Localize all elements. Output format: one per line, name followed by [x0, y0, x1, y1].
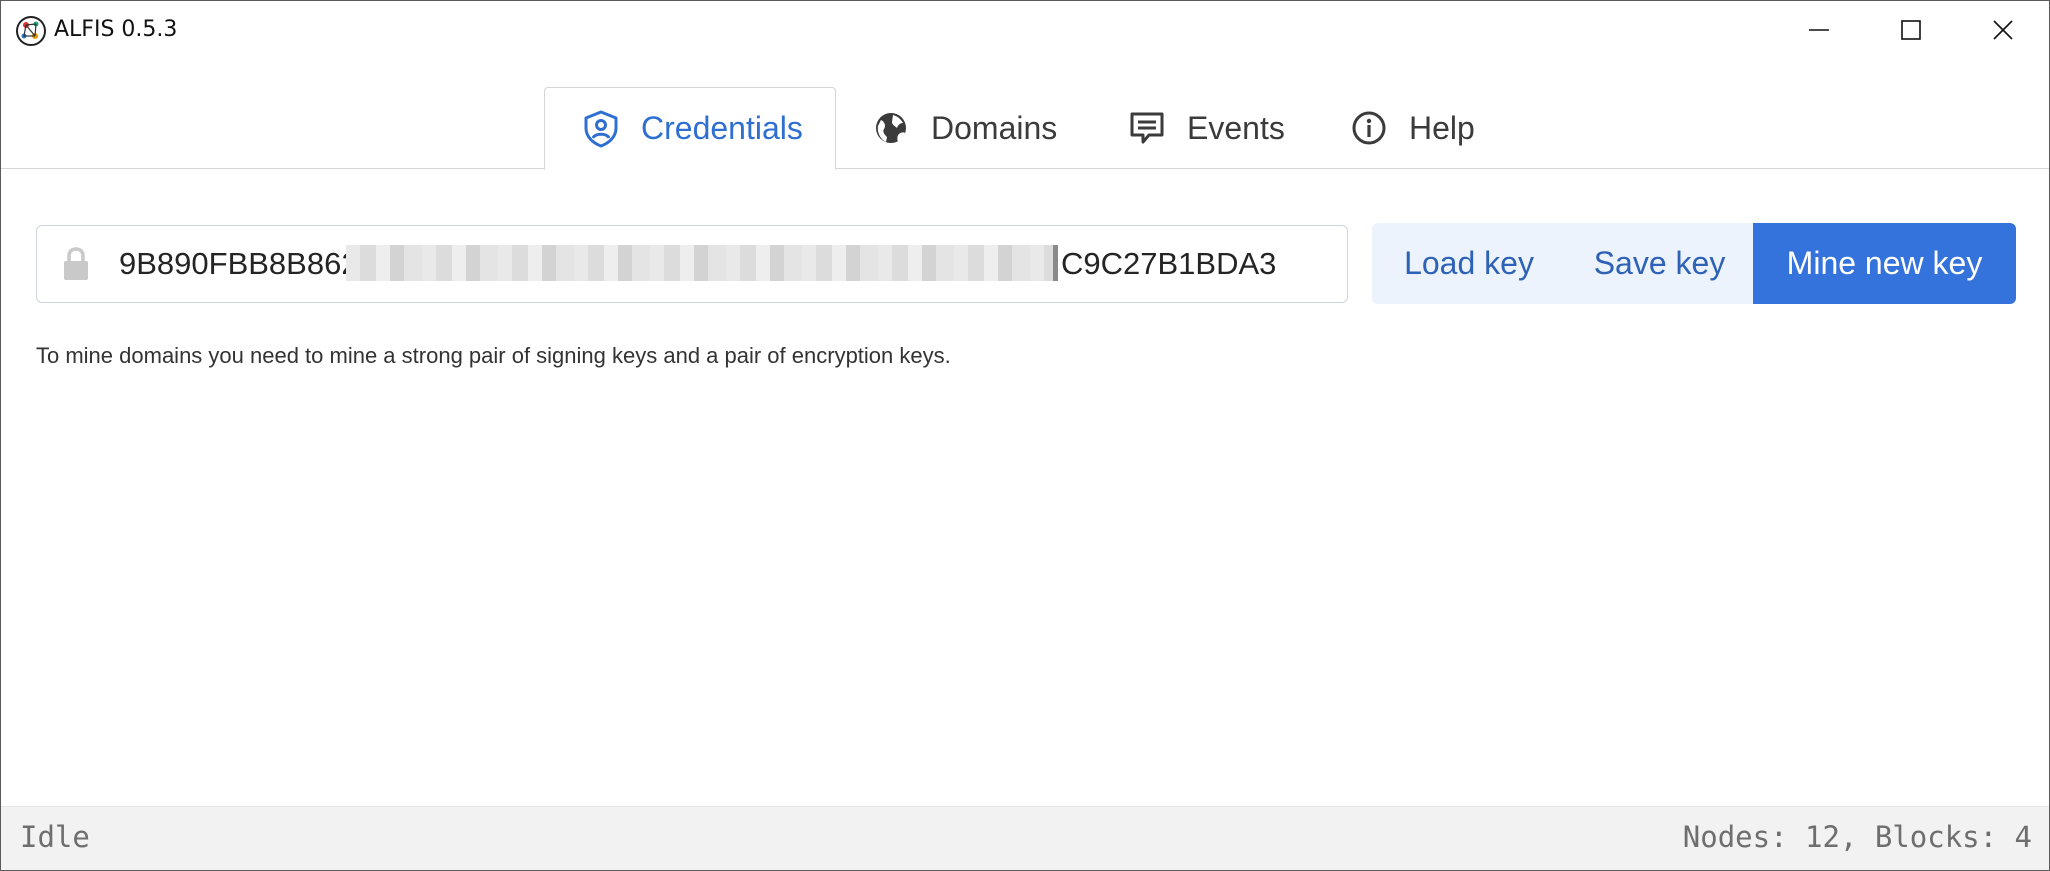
key-value-redacted — [346, 245, 1054, 281]
globe-icon — [871, 108, 911, 148]
status-bar: Idle Nodes: 12, Blocks: 4 — [1, 806, 2049, 870]
text-cursor — [1053, 245, 1058, 281]
minimize-icon — [1808, 19, 1830, 41]
app-window: ALFIS 0.5.3 Credentials Domains Events H… — [0, 0, 2050, 871]
public-key-field[interactable]: 9B890FBB8B862 C9C27B1BDA3 — [36, 225, 1348, 303]
tab-domains[interactable]: Domains — [871, 87, 1057, 169]
maximize-button[interactable] — [1865, 1, 1957, 59]
close-icon — [1992, 19, 2014, 41]
tab-bar: Credentials Domains Events Help — [1, 59, 2049, 170]
key-value-prefix: 9B890FBB8B862 — [119, 246, 359, 281]
save-key-button[interactable]: Save key — [1566, 223, 1753, 304]
tab-events[interactable]: Events — [1127, 87, 1285, 169]
lock-icon — [61, 247, 91, 286]
maximize-icon — [1900, 19, 1922, 41]
load-key-button[interactable]: Load key — [1372, 223, 1566, 304]
status-text: Idle — [20, 820, 90, 854]
tab-label: Credentials — [641, 110, 803, 146]
alfis-logo-icon — [15, 15, 47, 47]
credentials-hint: To mine domains you need to mine a stron… — [36, 343, 951, 368]
tab-label: Domains — [931, 109, 1058, 146]
message-icon — [1127, 108, 1167, 148]
mine-new-key-button[interactable]: Mine new key — [1753, 223, 2016, 304]
shield-user-icon — [581, 109, 621, 149]
tab-credentials[interactable]: Credentials — [544, 87, 836, 170]
network-stats: Nodes: 12, Blocks: 4 — [1682, 820, 2032, 854]
title-bar[interactable]: ALFIS 0.5.3 — [1, 1, 2049, 59]
key-actions: Load key Save key Mine new key — [1372, 223, 2016, 304]
tab-help[interactable]: Help — [1349, 87, 1475, 169]
close-button[interactable] — [1957, 1, 2049, 59]
window-title: ALFIS 0.5.3 — [54, 17, 178, 42]
tab-label: Help — [1409, 109, 1475, 146]
info-icon — [1349, 108, 1389, 148]
key-value-suffix: C9C27B1BDA3 — [1061, 246, 1277, 281]
tab-label: Events — [1187, 109, 1285, 146]
minimize-button[interactable] — [1773, 1, 1865, 59]
